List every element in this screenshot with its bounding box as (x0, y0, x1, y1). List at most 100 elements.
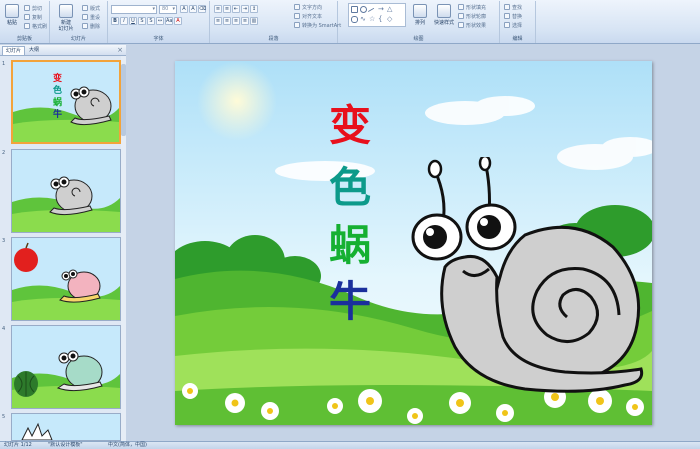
delete-slide-button[interactable]: 删除 (82, 22, 100, 30)
replace-icon (504, 13, 510, 19)
arrange-label: 排列 (414, 20, 425, 26)
line-spacing-icon[interactable]: ↕ (250, 5, 258, 13)
arrange-button[interactable]: 排列 (410, 4, 430, 32)
thumb-4-art (12, 326, 120, 408)
delete-label: 删除 (90, 23, 101, 30)
bold-icon[interactable]: B (111, 17, 119, 25)
slide-thumbnail-3[interactable] (11, 237, 121, 321)
title-char-4[interactable]: 牛 (329, 281, 371, 323)
editing-group: 查找 替换 选择 编辑 (500, 1, 536, 43)
grow-font-icon[interactable]: A (180, 5, 188, 13)
pane-scrollbar[interactable] (121, 56, 126, 441)
italic-icon[interactable]: I (120, 17, 128, 25)
cut-label: 剪切 (32, 5, 43, 12)
find-label: 查找 (512, 4, 523, 11)
shape-fill-button[interactable]: 形状填充 (458, 3, 486, 11)
shapes-gallery[interactable]: → △ ∿ ☆ { ◇ (348, 3, 406, 27)
oval-shape-icon[interactable] (360, 6, 367, 13)
find-button[interactable]: 查找 (504, 3, 522, 11)
clipboard-group-label: 剪贴板 (16, 36, 32, 42)
scrollbar-thumb[interactable] (121, 64, 126, 136)
font-color-icon[interactable]: A (174, 17, 182, 25)
current-slide[interactable]: 变 色 蜗 牛 (175, 61, 652, 425)
arrow-shape-icon[interactable]: → (378, 6, 385, 13)
increase-indent-icon[interactable]: ⇥ (241, 5, 249, 13)
svg-text:变: 变 (53, 72, 62, 84)
slide-thumbnail-2[interactable] (11, 149, 121, 233)
rounded-rect-shape-icon[interactable] (351, 16, 358, 23)
thumb-number: 3 (2, 238, 6, 244)
align-text-button[interactable]: 对齐文本 (294, 12, 322, 20)
paste-button[interactable]: 粘贴 (2, 4, 22, 32)
shape-effects-button[interactable]: 形状效果 (458, 21, 486, 29)
title-char-1[interactable]: 变 (329, 105, 371, 147)
pane-tabs: 幻灯片 大纲 × (0, 45, 126, 56)
language-indicator: 中文(简体，中国) (108, 442, 147, 448)
brace-shape-icon[interactable]: { (378, 16, 385, 23)
slides-pane: 幻灯片 大纲 × 1 变 色 蜗 牛 2 3 4 5 (0, 45, 126, 441)
smartart-button[interactable]: 转换为 SmartArt (294, 21, 341, 29)
decrease-indent-icon[interactable]: ⇤ (232, 5, 240, 13)
layout-button[interactable]: 版式 (82, 4, 100, 12)
thumb-3-art (12, 238, 120, 320)
align-right-icon[interactable]: ≡ (232, 17, 240, 25)
font-group-label: 字体 (153, 36, 164, 42)
slide-thumbnail-1[interactable]: 变 色 蜗 牛 (11, 60, 121, 144)
close-icon[interactable]: × (117, 46, 123, 54)
thumb-5-art (12, 414, 120, 440)
drawing-group-label: 绘图 (413, 36, 424, 42)
text-direction-button[interactable]: 文字方向 (294, 3, 322, 11)
align-text-icon (294, 13, 300, 19)
rectangle-shape-icon[interactable] (351, 6, 358, 13)
shrink-font-icon[interactable]: A (189, 5, 197, 13)
reset-label: 重设 (90, 14, 101, 21)
slide-thumbnail-4[interactable] (11, 325, 121, 409)
reset-button[interactable]: 重设 (82, 13, 100, 21)
case-icon[interactable]: Aa (165, 17, 173, 25)
underline-icon[interactable]: U (129, 17, 137, 25)
font-size-combo[interactable]: 80 (159, 5, 177, 14)
quick-styles-button[interactable]: 快速样式 (432, 4, 456, 32)
justify-icon[interactable]: ≡ (241, 17, 249, 25)
paint-bucket-icon (458, 4, 464, 10)
shape-outline-button[interactable]: 形状轮廓 (458, 12, 486, 20)
star-shape-icon[interactable]: ☆ (369, 16, 376, 23)
copy-button[interactable]: 复制 (24, 13, 42, 21)
select-button[interactable]: 选择 (504, 21, 522, 29)
triangle-shape-icon[interactable]: △ (387, 6, 394, 13)
shape-effects-label: 形状效果 (466, 22, 487, 29)
editing-group-label: 编辑 (512, 36, 523, 42)
tab-slides[interactable]: 幻灯片 (2, 46, 26, 55)
copy-icon (24, 14, 30, 20)
curve-shape-icon[interactable]: ∿ (360, 16, 367, 23)
select-label: 选择 (512, 22, 523, 29)
spacing-icon[interactable]: ↔ (156, 17, 164, 25)
paste-icon (5, 4, 19, 18)
new-slide-button[interactable]: 新建 幻灯片 (56, 4, 76, 32)
smartart-label: 转换为 SmartArt (302, 22, 342, 29)
format-painter-label: 格式刷 (32, 23, 48, 30)
shadow-icon[interactable]: S (147, 17, 155, 25)
tab-outline[interactable]: 大纲 (26, 46, 42, 55)
format-painter-button[interactable]: 格式刷 (24, 22, 47, 30)
cut-button[interactable]: 剪切 (24, 4, 42, 12)
svg-text:牛: 牛 (53, 108, 62, 120)
numbering-icon[interactable]: ≡ (223, 5, 231, 13)
title-char-3[interactable]: 蜗 (329, 225, 371, 267)
strikethrough-icon[interactable]: S (138, 17, 146, 25)
slide-thumbnail-5[interactable] (11, 413, 121, 441)
replace-label: 替换 (512, 13, 523, 20)
paragraph-group: ≡ ≡ ⇤ ⇥ ↕ ≡ ≡ ≡ ≡ ▥ 文字方向 对齐文本 转换为 SmartA… (210, 1, 341, 43)
bullets-icon[interactable]: ≡ (214, 5, 222, 13)
quick-styles-label: 快速样式 (433, 20, 454, 26)
thumb-number: 4 (2, 326, 6, 332)
columns-icon[interactable]: ▥ (250, 17, 258, 25)
align-left-icon[interactable]: ≡ (214, 17, 222, 25)
replace-button[interactable]: 替换 (504, 12, 522, 20)
align-center-icon[interactable]: ≡ (223, 17, 231, 25)
clear-format-icon[interactable]: ⌫ (198, 5, 206, 13)
font-name-combo[interactable] (111, 5, 157, 14)
title-char-2[interactable]: 色 (329, 167, 371, 209)
paragraph-group-label: 段落 (268, 36, 279, 42)
callout-shape-icon[interactable]: ◇ (387, 16, 394, 23)
